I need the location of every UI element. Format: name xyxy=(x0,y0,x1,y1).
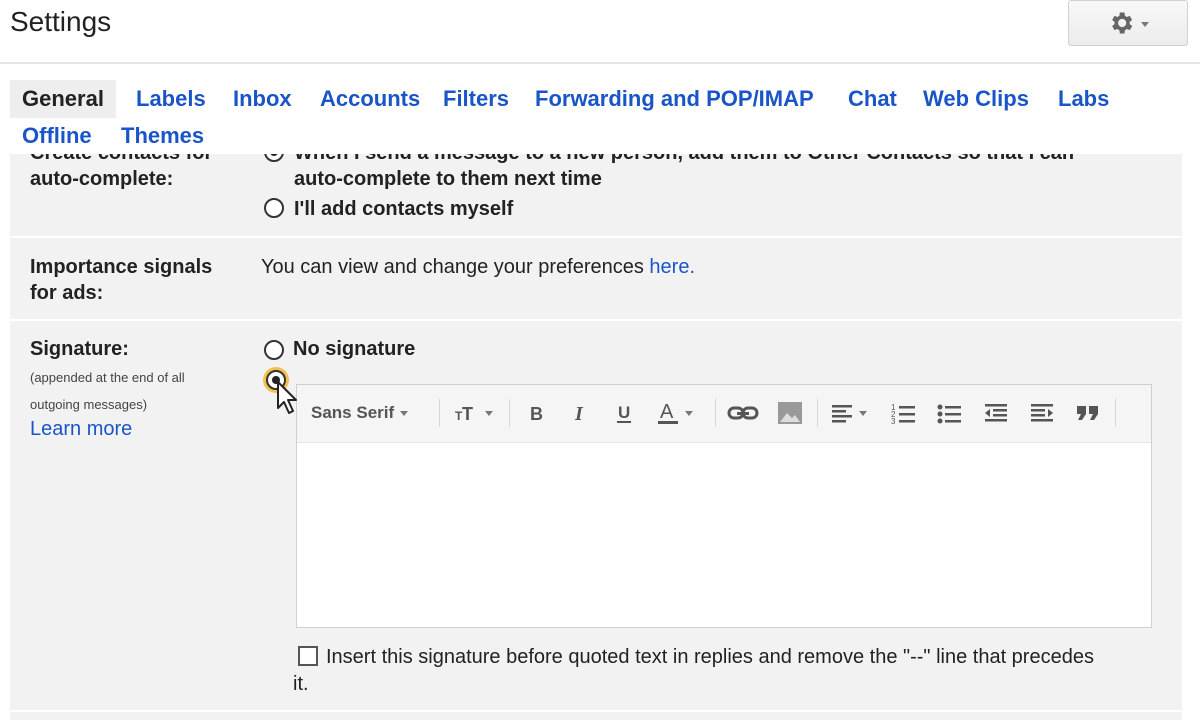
indent-less-icon xyxy=(985,404,1007,422)
indent-more-icon xyxy=(1031,404,1053,422)
svg-text:I: I xyxy=(574,403,584,423)
svg-text:T: T xyxy=(462,404,473,423)
radio-auto-add-contacts[interactable] xyxy=(264,154,284,162)
numbered-list-icon: 123 xyxy=(891,403,915,424)
chevron-down-icon xyxy=(859,410,867,416)
tab-web-clips[interactable]: Web Clips xyxy=(923,86,1029,112)
signature-text-area[interactable] xyxy=(297,443,1151,627)
chevron-down-icon xyxy=(685,410,693,416)
insert-link-button[interactable] xyxy=(727,399,759,427)
radio-no-signature[interactable] xyxy=(264,340,284,360)
underline-button[interactable]: U xyxy=(615,399,633,427)
signature-editor: Sans Serif TT B I U A 1 2 3 xyxy=(296,384,1152,628)
settings-content: Create contacts for auto-complete: When … xyxy=(10,154,1182,720)
font-size-icon: TT xyxy=(455,404,473,423)
font-family-label: Sans Serif xyxy=(311,403,395,422)
tab-inbox[interactable]: Inbox xyxy=(233,86,292,112)
quote-button[interactable] xyxy=(1075,399,1101,427)
bold-button[interactable]: B xyxy=(527,399,545,427)
gear-icon xyxy=(1112,12,1133,34)
indent-less-button[interactable] xyxy=(983,399,1009,427)
numbered-list-button[interactable]: 123 xyxy=(891,399,917,427)
link-icon xyxy=(727,406,759,420)
contacts-label-line2: auto-complete: xyxy=(30,168,174,190)
contacts-option1-line1: When I send a message to a new person, a… xyxy=(294,154,1074,166)
font-size-button[interactable]: TT xyxy=(455,399,493,427)
settings-gear-button[interactable] xyxy=(1068,0,1188,46)
importance-preferences-link[interactable]: here. xyxy=(649,256,695,278)
bulleted-list-button[interactable] xyxy=(937,399,963,427)
image-icon xyxy=(778,402,802,424)
svg-text:B: B xyxy=(530,404,543,423)
toolbar-divider xyxy=(439,399,440,427)
row-divider xyxy=(10,236,1182,238)
importance-label-line2: for ads: xyxy=(30,282,104,304)
tab-themes[interactable]: Themes xyxy=(121,123,204,149)
mouse-pointer-icon xyxy=(277,381,297,414)
learn-more-link[interactable]: Learn more xyxy=(30,416,132,442)
italic-icon: I xyxy=(574,403,584,423)
insert-signature-before-line2: it. xyxy=(293,673,309,695)
page-title: Settings xyxy=(10,6,112,37)
radio-add-contacts-myself[interactable] xyxy=(264,198,284,218)
svg-text:A: A xyxy=(660,401,674,423)
font-family-select[interactable]: Sans Serif xyxy=(311,399,409,427)
contacts-option2: I'll add contacts myself xyxy=(294,198,514,220)
signature-hint-line2: outgoing messages) xyxy=(30,397,148,412)
chevron-down-icon xyxy=(400,410,409,416)
signature-label: Signature: xyxy=(30,338,129,360)
contacts-label-line1: Create contacts for xyxy=(30,154,212,166)
header: Settings xyxy=(0,0,1200,64)
bold-icon: B xyxy=(530,404,543,423)
indent-more-button[interactable] xyxy=(1029,399,1055,427)
contacts-option1-line2: auto-complete to them next time xyxy=(294,168,602,190)
tab-labels[interactable]: Labels xyxy=(136,86,206,112)
insert-signature-before-line1: Insert this signature before quoted text… xyxy=(326,646,1094,668)
align-left-icon xyxy=(832,405,852,423)
importance-text: You can view and change your preferences xyxy=(261,256,644,278)
row-divider xyxy=(10,710,1182,712)
svg-text:3: 3 xyxy=(891,417,896,424)
toolbar-divider xyxy=(715,399,716,427)
tab-forwarding[interactable]: Forwarding and POP/IMAP xyxy=(535,86,814,112)
no-signature-label: No signature xyxy=(293,338,416,360)
underline-icon: U xyxy=(617,403,631,423)
italic-button[interactable]: I xyxy=(571,399,589,427)
quote-icon xyxy=(1077,406,1098,420)
align-button[interactable] xyxy=(831,399,867,427)
svg-text:U: U xyxy=(618,403,630,422)
importance-label-line1: Importance signals xyxy=(30,256,213,278)
bulleted-list-icon xyxy=(937,404,961,424)
tab-labs[interactable]: Labs xyxy=(1058,86,1109,112)
toolbar-divider xyxy=(817,399,818,427)
tab-chat[interactable]: Chat xyxy=(848,86,897,112)
insert-image-button[interactable] xyxy=(777,399,803,427)
tab-filters[interactable]: Filters xyxy=(443,86,509,112)
text-color-button[interactable]: A xyxy=(657,399,693,427)
tab-accounts[interactable]: Accounts xyxy=(320,86,420,112)
editor-toolbar: Sans Serif TT B I U A 1 2 3 xyxy=(297,385,1151,443)
insert-signature-before-checkbox[interactable] xyxy=(298,646,318,666)
text-color-icon: A xyxy=(658,401,678,424)
tab-offline[interactable]: Offline xyxy=(22,123,92,149)
row-divider xyxy=(10,319,1182,321)
toolbar-divider xyxy=(509,399,510,427)
signature-hint-line1: (appended at the end of all xyxy=(30,370,185,385)
toolbar-divider xyxy=(1115,399,1116,427)
chevron-down-icon xyxy=(485,410,493,416)
chevron-down-icon xyxy=(1141,21,1149,27)
tab-general[interactable]: General xyxy=(10,80,116,118)
